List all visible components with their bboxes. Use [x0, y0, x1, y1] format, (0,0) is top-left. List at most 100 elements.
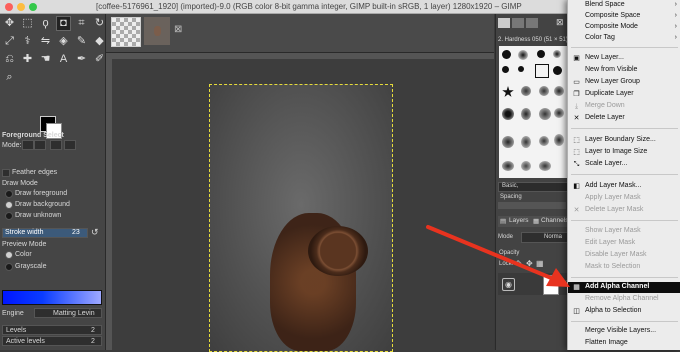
- rotate-tool-icon[interactable]: ↻: [92, 16, 107, 31]
- coffee-image[interactable]: [209, 84, 393, 352]
- text-tool-icon[interactable]: A: [56, 52, 71, 67]
- menu-item-disable-layer-mask[interactable]: Disable Layer Mask: [568, 250, 680, 261]
- active-levels-value: 2: [91, 338, 95, 345]
- eraser-tool-icon[interactable]: ◆: [92, 34, 107, 49]
- draw-unknown-label: Draw unknown: [15, 212, 62, 219]
- menu-item-merge-visible-layers[interactable]: Merge Visible Layers...: [568, 326, 680, 337]
- image-tab-transparent[interactable]: [111, 17, 141, 47]
- lock-alpha-icon[interactable]: ▦: [536, 259, 544, 268]
- draw-unknown-radio[interactable]: [5, 212, 13, 220]
- draw-background-radio[interactable]: [5, 201, 13, 209]
- menu-item-add-alpha-channel[interactable]: ▦ Add Alpha Channel: [568, 282, 680, 293]
- spacing-slider[interactable]: [498, 202, 566, 209]
- foreground-select-tool-icon[interactable]: ◘: [56, 16, 71, 31]
- layer-mode-dropdown[interactable]: Norma: [521, 232, 569, 243]
- unified-transform-tool-icon[interactable]: ⤢: [2, 34, 17, 49]
- levels-spinner[interactable]: Levels 2: [2, 325, 102, 335]
- channels-tab-icon[interactable]: ▦: [533, 217, 539, 225]
- clone-tool-icon[interactable]: ⎌: [2, 52, 17, 67]
- menu-item-show-layer-mask[interactable]: Show Layer Mask: [568, 226, 680, 237]
- eye-icon[interactable]: ◉: [502, 278, 515, 291]
- menu-item-mask-to-selection[interactable]: Mask to Selection: [568, 262, 680, 273]
- preview-color-radio[interactable]: [5, 251, 13, 259]
- lock-pixels-icon[interactable]: ✎: [516, 259, 523, 268]
- paintbrush-tool-icon[interactable]: ✎: [74, 34, 89, 49]
- menu-separator: [571, 174, 678, 175]
- menu-item-new-layer-group[interactable]: ▭ New Layer Group: [568, 77, 680, 88]
- menu-item-remove-alpha-channel[interactable]: Remove Alpha Channel: [568, 294, 680, 305]
- pattern-tab-icon[interactable]: [512, 18, 524, 28]
- close-dock-icon[interactable]: ⊠: [556, 17, 564, 28]
- active-levels-spinner[interactable]: Active levels 2: [2, 336, 102, 346]
- engine-dropdown[interactable]: Matting Levin: [34, 308, 102, 318]
- color-picker-tool-icon[interactable]: ✒: [74, 52, 89, 67]
- folder-icon: ▭: [573, 79, 580, 86]
- reset-stroke-icon[interactable]: ↺: [91, 227, 99, 238]
- preview-color-swatch[interactable]: [2, 290, 102, 305]
- close-tab-icon[interactable]: ⊠: [174, 24, 182, 35]
- warp-tool-icon[interactable]: ⚕: [20, 34, 35, 49]
- layer-row[interactable]: ◉ coff: [498, 273, 570, 295]
- layer-thumbnail: [543, 275, 559, 295]
- menu-item-delete-layer-mask[interactable]: ✕ Delete Layer Mask: [568, 205, 680, 216]
- mode-subtract-button[interactable]: [50, 140, 62, 150]
- zoom-window-button[interactable]: [29, 3, 37, 11]
- rect-select-tool-icon[interactable]: ⬚: [20, 16, 35, 31]
- menu-item-alpha-to-selection[interactable]: ◫ Alpha to Selection: [568, 306, 680, 317]
- smudge-tool-icon[interactable]: ☚: [38, 52, 53, 67]
- tab-channels[interactable]: Channels: [541, 217, 568, 224]
- gradient-tab-icon[interactable]: [526, 18, 538, 28]
- submenu-arrow-icon: ›: [674, 12, 677, 19]
- horizontal-ruler: [106, 53, 494, 59]
- mode-intersect-button[interactable]: [64, 140, 76, 150]
- menu-item-add-layer-mask[interactable]: ◧ Add Layer Mask...: [568, 181, 680, 192]
- brush-grid[interactable]: [499, 46, 567, 178]
- menu-item-blend-space[interactable]: Blend Space ›: [568, 0, 680, 11]
- brush-filter-field[interactable]: Basic,: [498, 182, 568, 192]
- menu-item-duplicate-layer[interactable]: ❐ Duplicate Layer: [568, 89, 680, 100]
- minimize-window-button[interactable]: [17, 3, 25, 11]
- stroke-width-label: Stroke width: [5, 229, 44, 236]
- menu-item-flatten-image[interactable]: Flatten Image: [568, 338, 680, 349]
- new-layer-icon: ▣: [573, 55, 580, 62]
- flip-tool-icon[interactable]: ⇋: [38, 34, 53, 49]
- dodge-tool-icon[interactable]: ✐: [92, 52, 107, 67]
- mask-icon: ◧: [573, 183, 580, 190]
- menu-item-layer-to-image-size[interactable]: ⬚ Layer to Image Size: [568, 147, 680, 158]
- menu-separator: [571, 128, 678, 129]
- tab-layers[interactable]: Layers: [509, 217, 529, 224]
- bucket-fill-tool-icon[interactable]: ◈: [56, 34, 71, 49]
- zoom-tool-icon[interactable]: ⌕: [2, 70, 17, 85]
- preview-grayscale-radio[interactable]: [5, 263, 13, 271]
- crop-tool-icon[interactable]: ⌗: [74, 16, 89, 31]
- menu-separator: [571, 277, 678, 278]
- feather-edges-checkbox[interactable]: [2, 169, 10, 177]
- menu-item-scale-layer[interactable]: ⤡ Scale Layer...: [568, 159, 680, 170]
- move-tool-icon[interactable]: ✥: [2, 16, 17, 31]
- menu-item-layer-boundary-size[interactable]: ⬚ Layer Boundary Size...: [568, 135, 680, 146]
- heal-tool-icon[interactable]: ✚: [20, 52, 35, 67]
- menu-separator: [571, 321, 678, 322]
- brush-tab-icon[interactable]: [498, 18, 510, 28]
- mode-replace-button[interactable]: [22, 140, 34, 150]
- menu-item-composite-mode[interactable]: Composite Mode ›: [568, 22, 680, 33]
- close-window-button[interactable]: [5, 3, 13, 11]
- scale-icon: ⤡: [573, 161, 580, 168]
- alpha-channel-icon: ▦: [573, 284, 580, 291]
- menu-item-merge-down[interactable]: ⤓ Merge Down: [568, 101, 680, 112]
- menu-item-edit-layer-mask[interactable]: Edit Layer Mask: [568, 238, 680, 249]
- menu-item-composite-space[interactable]: Composite Space ›: [568, 11, 680, 22]
- menu-item-color-tag[interactable]: Color Tag ›: [568, 33, 680, 44]
- layers-tab-icon[interactable]: ▤: [500, 217, 506, 225]
- right-dock-panel: ⊠ 2. Hardness 050 (51 × 51) Basic, Spaci…: [495, 14, 570, 350]
- mode-add-button[interactable]: [34, 140, 46, 150]
- image-tab-coffee[interactable]: [144, 17, 170, 45]
- vertical-ruler: [106, 59, 112, 350]
- menu-item-delete-layer[interactable]: ✕ Delete Layer: [568, 113, 680, 124]
- menu-item-apply-layer-mask[interactable]: Apply Layer Mask: [568, 193, 680, 204]
- menu-item-new-layer[interactable]: ▣ New Layer...: [568, 53, 680, 64]
- lock-position-icon[interactable]: ✥: [526, 259, 533, 268]
- draw-foreground-radio[interactable]: [5, 190, 13, 198]
- menu-item-new-from-visible[interactable]: New from Visible: [568, 65, 680, 76]
- lasso-tool-icon[interactable]: ϙ: [38, 16, 53, 31]
